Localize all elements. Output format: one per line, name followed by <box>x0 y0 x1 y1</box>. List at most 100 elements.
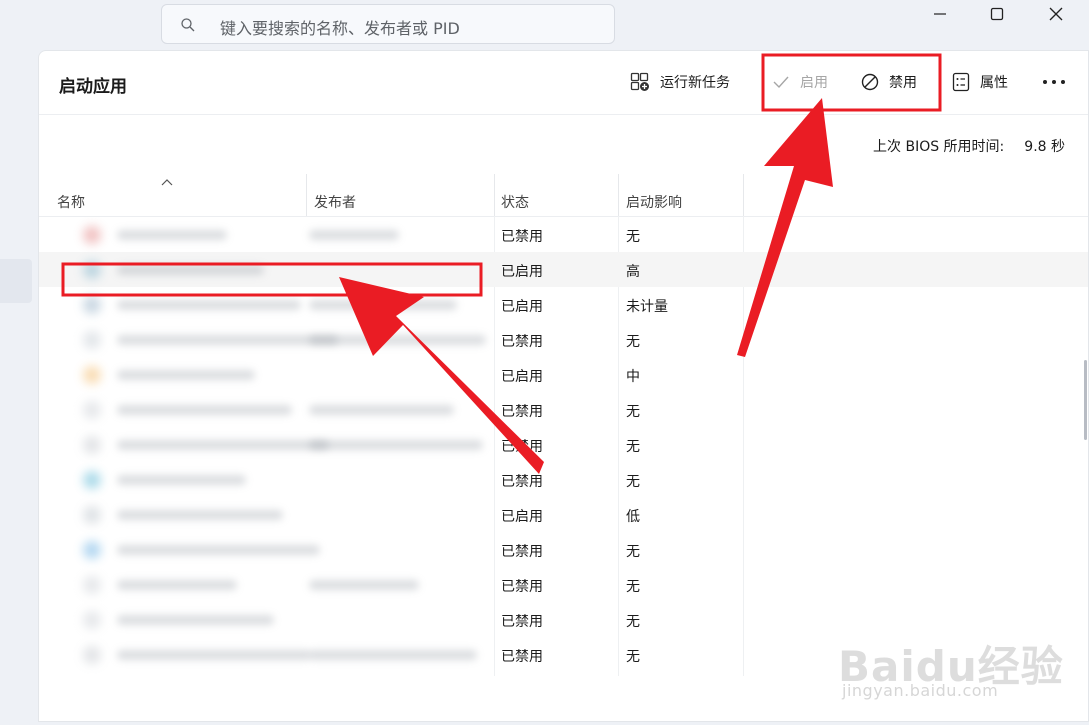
sort-ascending-icon[interactable] <box>161 178 173 186</box>
app-icon-blurred <box>83 331 101 349</box>
app-name-blurred <box>117 475 246 485</box>
enable-label: 启用 <box>800 75 828 91</box>
impact-cell: 中 <box>626 369 640 385</box>
maximize-button[interactable] <box>967 0 1027 28</box>
column-header-name[interactable]: 名称 <box>57 192 85 212</box>
status-cell: 已禁用 <box>501 649 543 665</box>
run-new-task-button[interactable]: 运行新任务 <box>630 65 730 99</box>
disable-button[interactable]: 禁用 <box>861 65 917 99</box>
minimize-button[interactable] <box>910 0 970 28</box>
app-name-blurred <box>117 615 274 625</box>
app-name-blurred <box>117 580 237 590</box>
app-icon-blurred <box>83 261 101 279</box>
app-name-blurred <box>117 335 338 345</box>
properties-icon <box>952 72 970 92</box>
app-icon-blurred <box>83 576 101 594</box>
minimize-icon <box>934 13 946 15</box>
status-cell: 已启用 <box>501 509 543 525</box>
enable-button[interactable]: 启用 <box>772 65 828 99</box>
status-cell: 已禁用 <box>501 229 543 245</box>
impact-cell: 无 <box>626 544 640 560</box>
status-cell: 已禁用 <box>501 614 543 630</box>
impact-cell: 无 <box>626 439 640 455</box>
toolbar-separator <box>762 71 763 95</box>
bios-time: 上次 BIOS 所用时间: 9.8 秒 <box>873 136 1065 156</box>
status-cell: 已启用 <box>501 299 543 315</box>
publisher-blurred <box>309 650 477 660</box>
publisher-blurred <box>309 580 419 590</box>
properties-button[interactable]: 属性 <box>952 65 1008 99</box>
new-task-icon <box>630 72 649 91</box>
app-name-blurred <box>117 510 283 520</box>
more-icon <box>1043 80 1065 84</box>
app-name-blurred <box>117 300 301 310</box>
impact-cell: 无 <box>626 404 640 420</box>
bios-time-value: 9.8 秒 <box>1024 139 1065 155</box>
column-divider[interactable] <box>618 174 619 216</box>
publisher-blurred <box>309 405 454 415</box>
status-cell: 已禁用 <box>501 439 543 455</box>
app-icon-blurred <box>83 296 101 314</box>
column-divider[interactable] <box>494 174 495 216</box>
table-row[interactable]: 已启用 中 <box>39 357 1088 392</box>
search-box[interactable]: 键入要搜索的名称、发布者或 PID <box>161 4 615 44</box>
disable-label: 禁用 <box>889 75 917 91</box>
table-header: 名称 发布者 状态 启动影响 <box>39 174 1088 217</box>
disable-icon <box>861 73 879 91</box>
impact-cell: 无 <box>626 614 640 630</box>
status-cell: 已禁用 <box>501 544 543 560</box>
app-name-blurred <box>117 440 329 450</box>
properties-label: 属性 <box>980 75 1008 91</box>
status-cell: 已启用 <box>501 264 543 280</box>
column-header-status[interactable]: 状态 <box>501 192 529 212</box>
publisher-blurred <box>309 335 486 345</box>
app-icon-blurred <box>83 541 101 559</box>
app-name-blurred <box>117 545 320 555</box>
sidebar-selected-item[interactable] <box>0 259 32 303</box>
status-cell: 已禁用 <box>501 579 543 595</box>
table-row[interactable]: 已启用 低 <box>39 497 1088 532</box>
app-icon-blurred <box>83 506 101 524</box>
page-title: 启动应用 <box>59 77 127 97</box>
table-row[interactable]: 已禁用 无 <box>39 567 1088 602</box>
app-name-blurred <box>117 370 255 380</box>
impact-cell: 无 <box>626 649 640 665</box>
impact-cell: 高 <box>626 264 640 280</box>
status-cell: 已启用 <box>501 369 543 385</box>
search-icon <box>181 18 195 32</box>
publisher-blurred <box>309 440 483 450</box>
column-header-publisher[interactable]: 发布者 <box>314 192 356 212</box>
watermark: Baidu经验 jingyan.baidu.com <box>832 603 1063 703</box>
more-options-button[interactable] <box>1042 65 1076 99</box>
app-icon-blurred <box>83 471 101 489</box>
check-icon <box>773 76 789 89</box>
run-new-task-label: 运行新任务 <box>660 75 730 91</box>
table-row[interactable]: 已禁用 无 <box>39 217 1088 252</box>
app-name-blurred <box>117 265 264 275</box>
table-row[interactable]: 已禁用 无 <box>39 462 1088 497</box>
table-row[interactable]: 已启用 高 <box>39 252 1088 287</box>
impact-cell: 未计量 <box>626 299 668 315</box>
column-divider[interactable] <box>743 174 744 216</box>
table-row[interactable]: 已禁用 无 <box>39 322 1088 357</box>
impact-cell: 无 <box>626 579 640 595</box>
close-icon <box>1049 7 1063 21</box>
publisher-blurred <box>309 300 457 310</box>
column-header-impact[interactable]: 启动影响 <box>626 192 682 212</box>
close-button[interactable] <box>1026 0 1086 28</box>
table-row[interactable]: 已启用 未计量 <box>39 287 1088 322</box>
search-input[interactable]: 键入要搜索的名称、发布者或 PID <box>220 15 460 39</box>
app-name-blurred <box>117 230 227 240</box>
status-cell: 已禁用 <box>501 474 543 490</box>
app-icon-blurred <box>83 401 101 419</box>
scrollbar-thumb[interactable] <box>1084 360 1087 440</box>
column-divider[interactable] <box>306 174 307 216</box>
table-row[interactable]: 已禁用 无 <box>39 427 1088 462</box>
app-icon-blurred <box>83 436 101 454</box>
maximize-icon <box>990 7 1004 21</box>
table-row[interactable]: 已禁用 无 <box>39 532 1088 567</box>
impact-cell: 无 <box>626 334 640 350</box>
app-name-blurred <box>117 405 292 415</box>
table-row[interactable]: 已禁用 无 <box>39 392 1088 427</box>
impact-cell: 无 <box>626 474 640 490</box>
